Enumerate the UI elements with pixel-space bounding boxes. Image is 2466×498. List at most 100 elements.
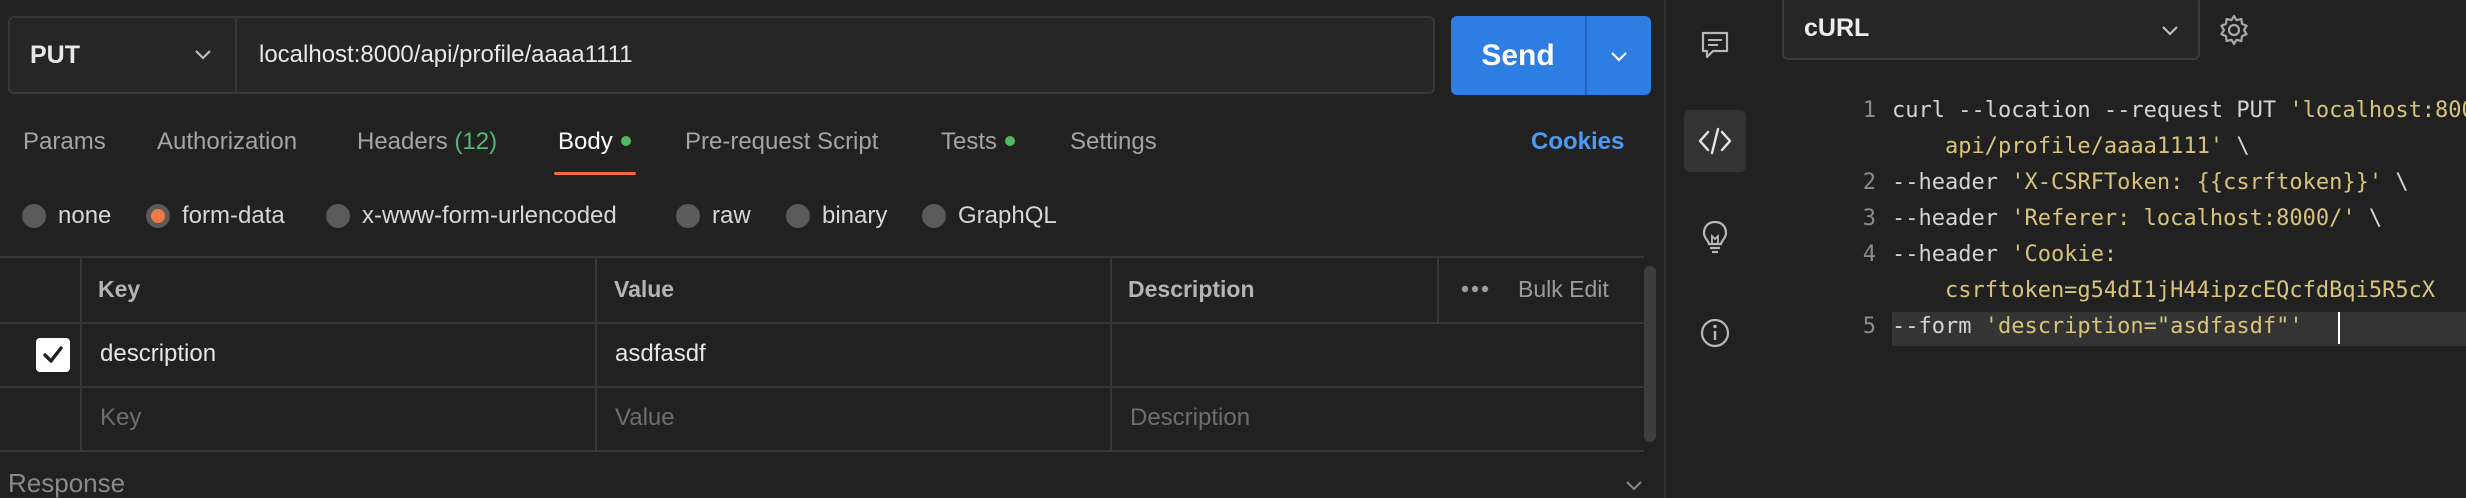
column-header-key: Key bbox=[98, 276, 141, 302]
row-value[interactable]: asdfasdf bbox=[615, 340, 706, 368]
url-input[interactable]: localhost:8000/api/profile/aaaa1111 bbox=[237, 18, 1433, 92]
insights-button[interactable] bbox=[1684, 206, 1746, 268]
bulk-edit-button[interactable]: Bulk Edit bbox=[1518, 276, 1609, 303]
code-string: 'localhost:8000/ bbox=[2289, 98, 2466, 123]
body-type-x-www-form-urlencoded[interactable]: x-www-form-urlencoded bbox=[326, 202, 617, 230]
radio-icon bbox=[22, 204, 46, 228]
radio-label: raw bbox=[712, 202, 751, 229]
active-tab-indicator bbox=[554, 172, 636, 175]
column-header-value: Value bbox=[614, 276, 675, 302]
radio-label: GraphQL bbox=[958, 202, 1057, 229]
info-button[interactable] bbox=[1684, 302, 1746, 364]
headers-count: (12) bbox=[454, 128, 498, 155]
radio-icon bbox=[922, 204, 946, 228]
code-line[interactable]: curl --location --request PUT 'localhost… bbox=[1892, 98, 2466, 123]
chevron-down-icon[interactable] bbox=[1624, 478, 1644, 492]
divider bbox=[595, 256, 597, 452]
line-number: 4 bbox=[1862, 242, 1876, 267]
tab-pre-request-script[interactable]: Pre-request Script bbox=[685, 128, 878, 156]
line-number: 5 bbox=[1862, 314, 1876, 339]
divider bbox=[0, 386, 1644, 388]
code-line[interactable]: --header 'Cookie: bbox=[1892, 242, 2117, 267]
code-line[interactable]: api/profile/aaaa1111' \ bbox=[1892, 134, 2250, 159]
code-snippet-pane: cURL 1 2 3 4 5 curl --location --request… bbox=[1770, 0, 2466, 498]
status-dot bbox=[1005, 135, 1016, 146]
request-pane: PUT localhost:8000/api/profile/aaaa1111 … bbox=[0, 0, 1664, 498]
lightbulb-icon bbox=[1702, 220, 1728, 254]
code-line[interactable]: csrftoken=g54dI1jH44ipzcEQcfdBqi5R5cX bbox=[1892, 278, 2435, 303]
tab-label: Params bbox=[23, 128, 106, 155]
code-snippet-button[interactable] bbox=[1684, 110, 1746, 172]
tab-label: Authorization bbox=[157, 128, 298, 155]
body-type-binary[interactable]: binary bbox=[786, 202, 887, 230]
divider bbox=[0, 322, 1644, 324]
tab-label: Headers bbox=[357, 128, 448, 155]
radio-label: form-data bbox=[182, 202, 285, 229]
radio-label: x-www-form-urlencoded bbox=[362, 202, 617, 229]
request-tabs: Params Authorization Headers (12) Body P… bbox=[0, 118, 1664, 175]
tab-authorization[interactable]: Authorization bbox=[157, 128, 297, 156]
row-key[interactable]: description bbox=[100, 340, 216, 368]
send-options-button[interactable] bbox=[1587, 16, 1651, 95]
chevron-down-icon bbox=[1611, 51, 1627, 62]
radio-selected-icon bbox=[146, 204, 170, 228]
comment-icon bbox=[1701, 31, 1729, 59]
language-select[interactable]: cURL bbox=[1782, 0, 2200, 60]
tab-settings[interactable]: Settings bbox=[1070, 128, 1157, 156]
tab-label: Body bbox=[558, 128, 613, 155]
body-type-raw[interactable]: raw bbox=[676, 202, 751, 230]
tab-body[interactable]: Body bbox=[558, 128, 631, 156]
method-label: PUT bbox=[30, 40, 80, 69]
row-enabled-checkbox[interactable] bbox=[36, 338, 70, 372]
code-text: --header bbox=[1892, 206, 2012, 231]
line-number: 2 bbox=[1862, 170, 1876, 195]
code-line[interactable]: --form 'description="asdfasdf"' bbox=[1892, 314, 2303, 339]
divider bbox=[0, 450, 1644, 452]
body-type-form-data[interactable]: form-data bbox=[146, 202, 285, 230]
tab-headers[interactable]: Headers (12) bbox=[357, 128, 497, 156]
gear-icon[interactable] bbox=[2216, 12, 2252, 48]
status-dot bbox=[620, 135, 631, 146]
check-icon bbox=[43, 346, 63, 363]
comments-button[interactable] bbox=[1684, 14, 1746, 76]
code-string: 'X-CSRFToken: {{csrftoken}}' bbox=[2011, 170, 2383, 195]
body-type-selector: none form-data x-www-form-urlencoded raw… bbox=[0, 196, 1664, 236]
code-text: --form bbox=[1892, 314, 1985, 339]
info-icon bbox=[1700, 318, 1730, 348]
cookies-link[interactable]: Cookies bbox=[1531, 128, 1624, 156]
column-header-description: Description bbox=[1128, 276, 1255, 302]
tab-tests[interactable]: Tests bbox=[941, 128, 1016, 156]
response-section-header[interactable]: Response bbox=[8, 468, 125, 498]
radio-icon bbox=[676, 204, 700, 228]
code-icon bbox=[1698, 127, 1732, 155]
tab-label: Pre-request Script bbox=[685, 128, 879, 155]
tab-label: Settings bbox=[1070, 128, 1157, 155]
radio-icon bbox=[786, 204, 810, 228]
code-string: api/profile/aaaa1111' bbox=[1892, 134, 2224, 159]
text-cursor bbox=[2338, 312, 2340, 344]
code-text: \ bbox=[2382, 170, 2409, 195]
body-type-graphql[interactable]: GraphQL bbox=[922, 202, 1057, 230]
code-text: --header bbox=[1892, 170, 2012, 195]
code-text: --header bbox=[1892, 242, 2012, 267]
table-scrollbar[interactable] bbox=[1644, 266, 1656, 442]
body-type-none[interactable]: none bbox=[22, 202, 111, 230]
code-string: 'description="asdfasdf"' bbox=[1984, 314, 2303, 339]
radio-icon bbox=[326, 204, 350, 228]
url-text: localhost:8000/api/profile/aaaa1111 bbox=[259, 41, 633, 68]
right-sidebar bbox=[1666, 0, 1770, 498]
line-number: 3 bbox=[1862, 206, 1876, 231]
method-select[interactable]: PUT bbox=[10, 18, 237, 92]
line-number: 1 bbox=[1862, 98, 1876, 123]
new-description-input[interactable]: Description bbox=[1130, 404, 1250, 432]
code-line[interactable]: --header 'X-CSRFToken: {{csrftoken}}' \ bbox=[1892, 170, 2409, 195]
divider bbox=[1437, 256, 1439, 322]
code-line[interactable]: --header 'Referer: localhost:8000/' \ bbox=[1892, 206, 2382, 231]
tab-params[interactable]: Params bbox=[23, 128, 106, 156]
send-button[interactable]: Send bbox=[1451, 16, 1587, 95]
new-value-input[interactable]: Value bbox=[615, 404, 675, 432]
language-label: cURL bbox=[1804, 13, 1870, 42]
more-options-icon[interactable] bbox=[1461, 284, 1489, 294]
new-key-input[interactable]: Key bbox=[100, 404, 141, 432]
form-data-table: Key Value Description Bulk Edit descript… bbox=[0, 256, 1664, 452]
